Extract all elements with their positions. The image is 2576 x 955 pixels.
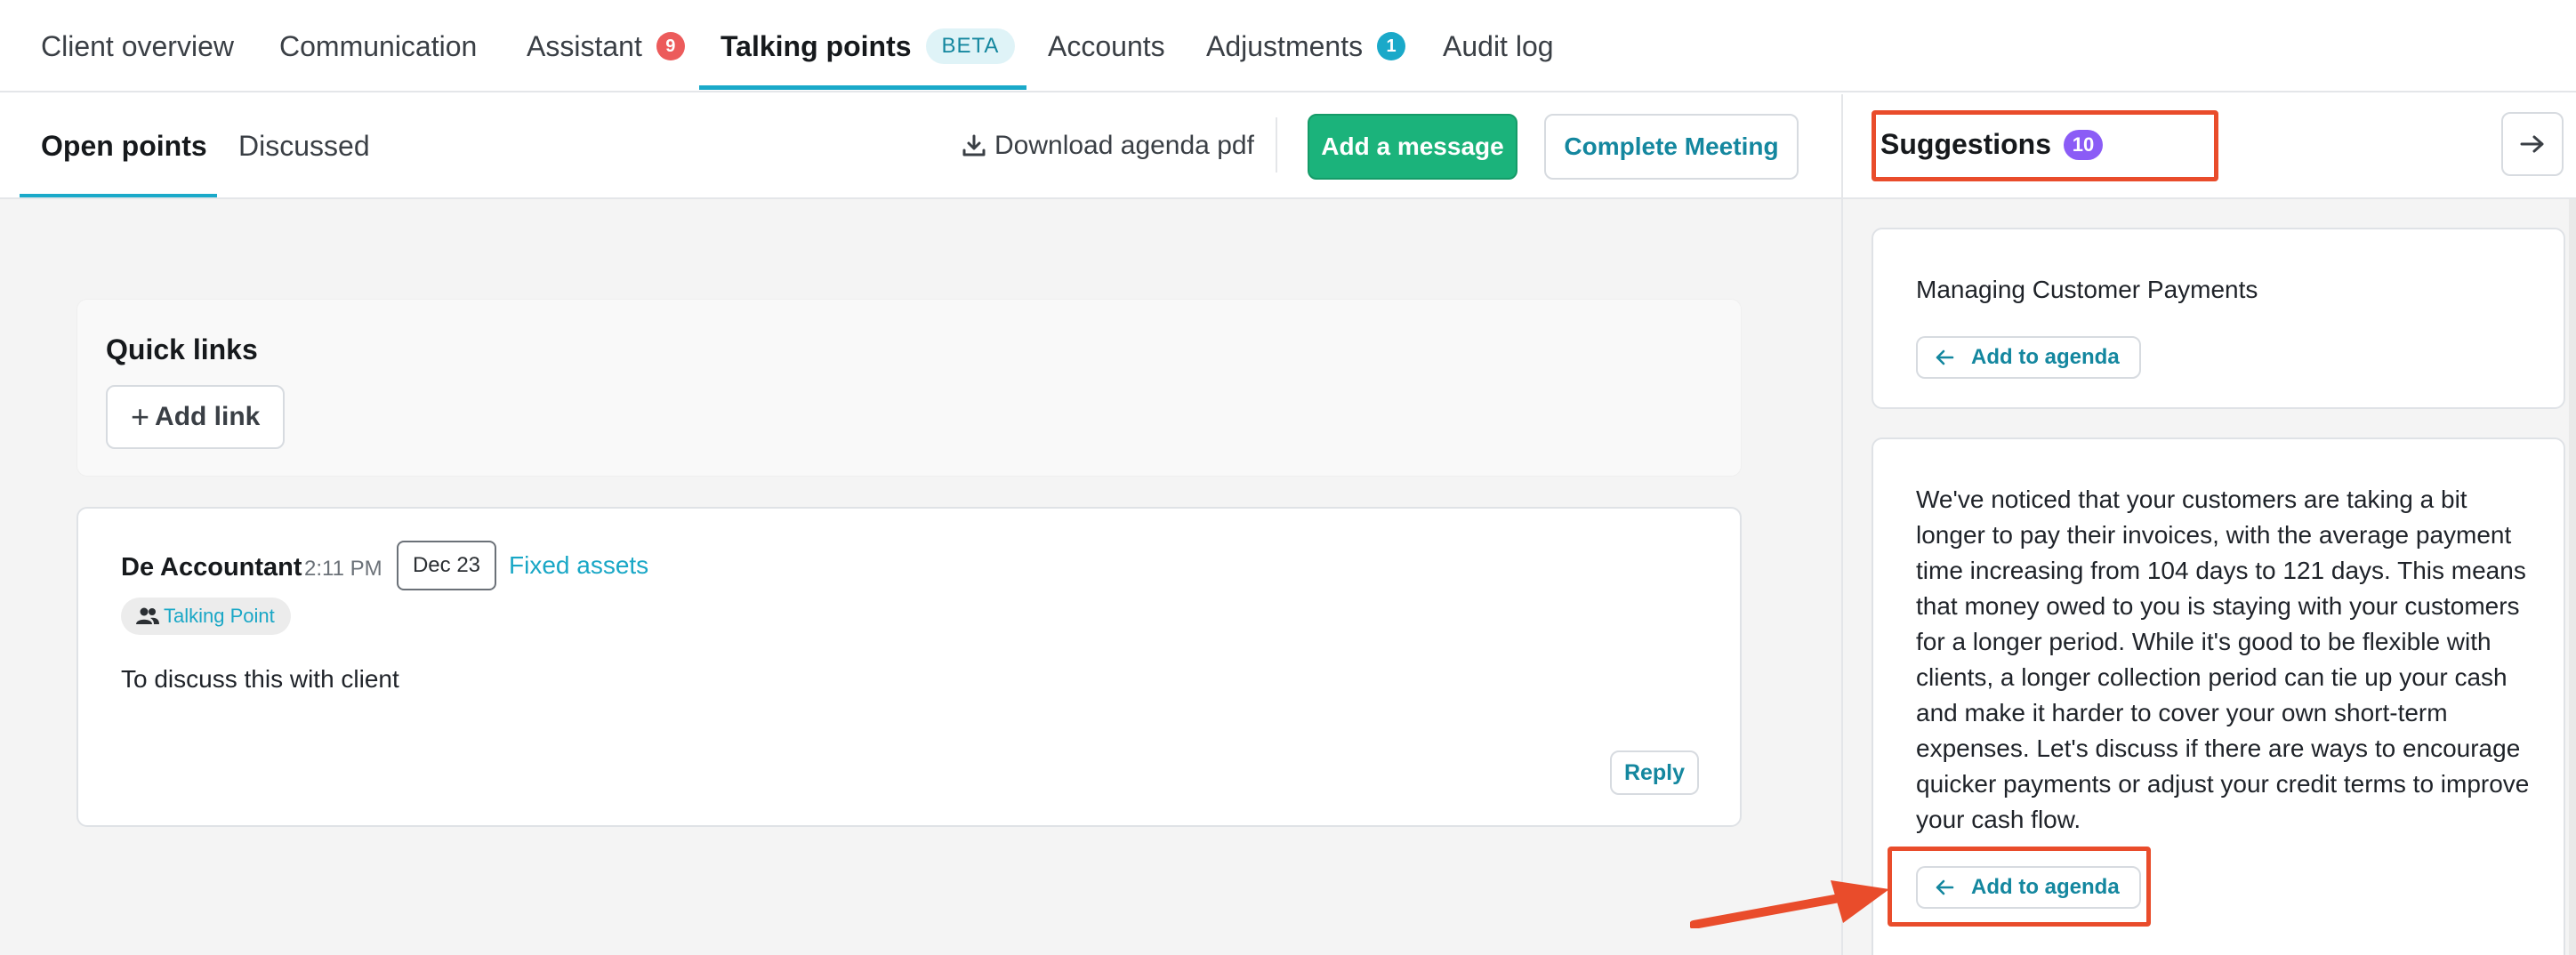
arrow-right-icon	[2519, 133, 2546, 155]
talking-points-toolbar: Open points Discussed Download agenda pd…	[0, 94, 1841, 199]
tab-label: Communication	[279, 29, 478, 62]
download-icon	[961, 132, 987, 159]
arrow-left-icon	[1934, 877, 1955, 898]
suggestions-scrollbar[interactable]	[2569, 199, 2576, 955]
add-link-button[interactable]: + Add link	[106, 385, 286, 449]
tab-communication[interactable]: Communication	[279, 0, 477, 92]
add-message-button[interactable]: Add a message	[1308, 114, 1517, 180]
tab-client-overview[interactable]: Client overview	[41, 0, 234, 92]
subtab-discussed[interactable]: Discussed	[238, 94, 370, 197]
collapse-suggestions-button[interactable]	[2501, 112, 2564, 176]
subtab-open-points[interactable]: Open points	[41, 94, 207, 197]
talking-points-pane: Open points Discussed Download agenda pd…	[0, 94, 1841, 955]
subtab-label: Open points	[41, 129, 207, 162]
tab-label: Accounts	[1048, 29, 1165, 62]
tab-adjustments[interactable]: Adjustments 1	[1206, 0, 1406, 92]
download-agenda-link[interactable]: Download agenda pdf	[961, 128, 1254, 164]
message-author: De Accountant	[121, 553, 302, 582]
fixed-assets-link[interactable]: Fixed assets	[509, 551, 648, 580]
suggestion-card: Managing Customer Payments Add to agenda	[1872, 228, 2565, 409]
suggestions-title: Suggestions 10	[1880, 128, 2104, 161]
tab-label: Adjustments	[1206, 29, 1364, 62]
talking-point-card: De Accountant 2:11 PM Dec 23 Fixed asset…	[76, 507, 1742, 827]
message-time: 2:11 PM	[304, 557, 382, 581]
top-nav: Client overview Communication Assistant …	[0, 0, 2576, 92]
tab-accounts[interactable]: Accounts	[1048, 0, 1165, 92]
people-icon	[135, 606, 160, 626]
tab-talking-points[interactable]: Talking points BETA	[720, 0, 1016, 92]
message-body: To discuss this with client	[121, 665, 399, 693]
message-date-badge: Dec 23	[397, 541, 496, 590]
arrow-left-icon	[1934, 347, 1955, 368]
tab-label: Client overview	[41, 29, 234, 62]
tab-label: Audit log	[1443, 29, 1554, 62]
talking-point-badge: Talking Point	[121, 598, 291, 635]
beta-badge: BETA	[925, 28, 1016, 64]
add-to-agenda-label: Add to agenda	[1971, 345, 2120, 369]
download-agenda-label: Download agenda pdf	[994, 131, 1254, 160]
tab-audit-log[interactable]: Audit log	[1443, 0, 1554, 92]
suggestion-title: Managing Customer Payments	[1916, 276, 2258, 303]
quick-links-panel: Quick links + Add link	[76, 299, 1742, 477]
active-subtab-indicator	[20, 194, 217, 197]
add-link-label: Add link	[155, 402, 261, 431]
assistant-count-badge: 9	[656, 32, 685, 60]
add-to-agenda-button[interactable]: Add to agenda	[1916, 336, 2141, 379]
suggestion-body: We've noticed that your customers are ta…	[1916, 486, 2530, 833]
toolbar-divider	[1276, 117, 1277, 173]
subtab-label: Discussed	[238, 129, 370, 162]
tab-label: Talking points	[720, 29, 912, 62]
quick-links-title: Quick links	[106, 333, 258, 365]
talking-point-badge-label: Talking Point	[164, 605, 275, 627]
adjustments-count-badge: 1	[1377, 32, 1406, 60]
suggestions-header: Suggestions 10	[1843, 94, 2576, 199]
active-tab-indicator	[699, 85, 1026, 90]
suggestions-count-badge: 10	[2064, 129, 2104, 160]
complete-meeting-button[interactable]: Complete Meeting	[1544, 114, 1799, 180]
suggestion-card: We've noticed that your customers are ta…	[1872, 437, 2565, 955]
tab-assistant[interactable]: Assistant 9	[527, 0, 685, 92]
tab-label: Assistant	[527, 29, 642, 62]
reply-button[interactable]: Reply	[1610, 750, 1699, 795]
suggestions-title-label: Suggestions	[1880, 128, 2052, 160]
suggestions-pane: Suggestions 10 Managing Customer Payment…	[1841, 94, 2576, 955]
add-to-agenda-label: Add to agenda	[1971, 875, 2120, 899]
add-to-agenda-button[interactable]: Add to agenda	[1916, 866, 2141, 909]
plus-icon: +	[131, 398, 150, 435]
